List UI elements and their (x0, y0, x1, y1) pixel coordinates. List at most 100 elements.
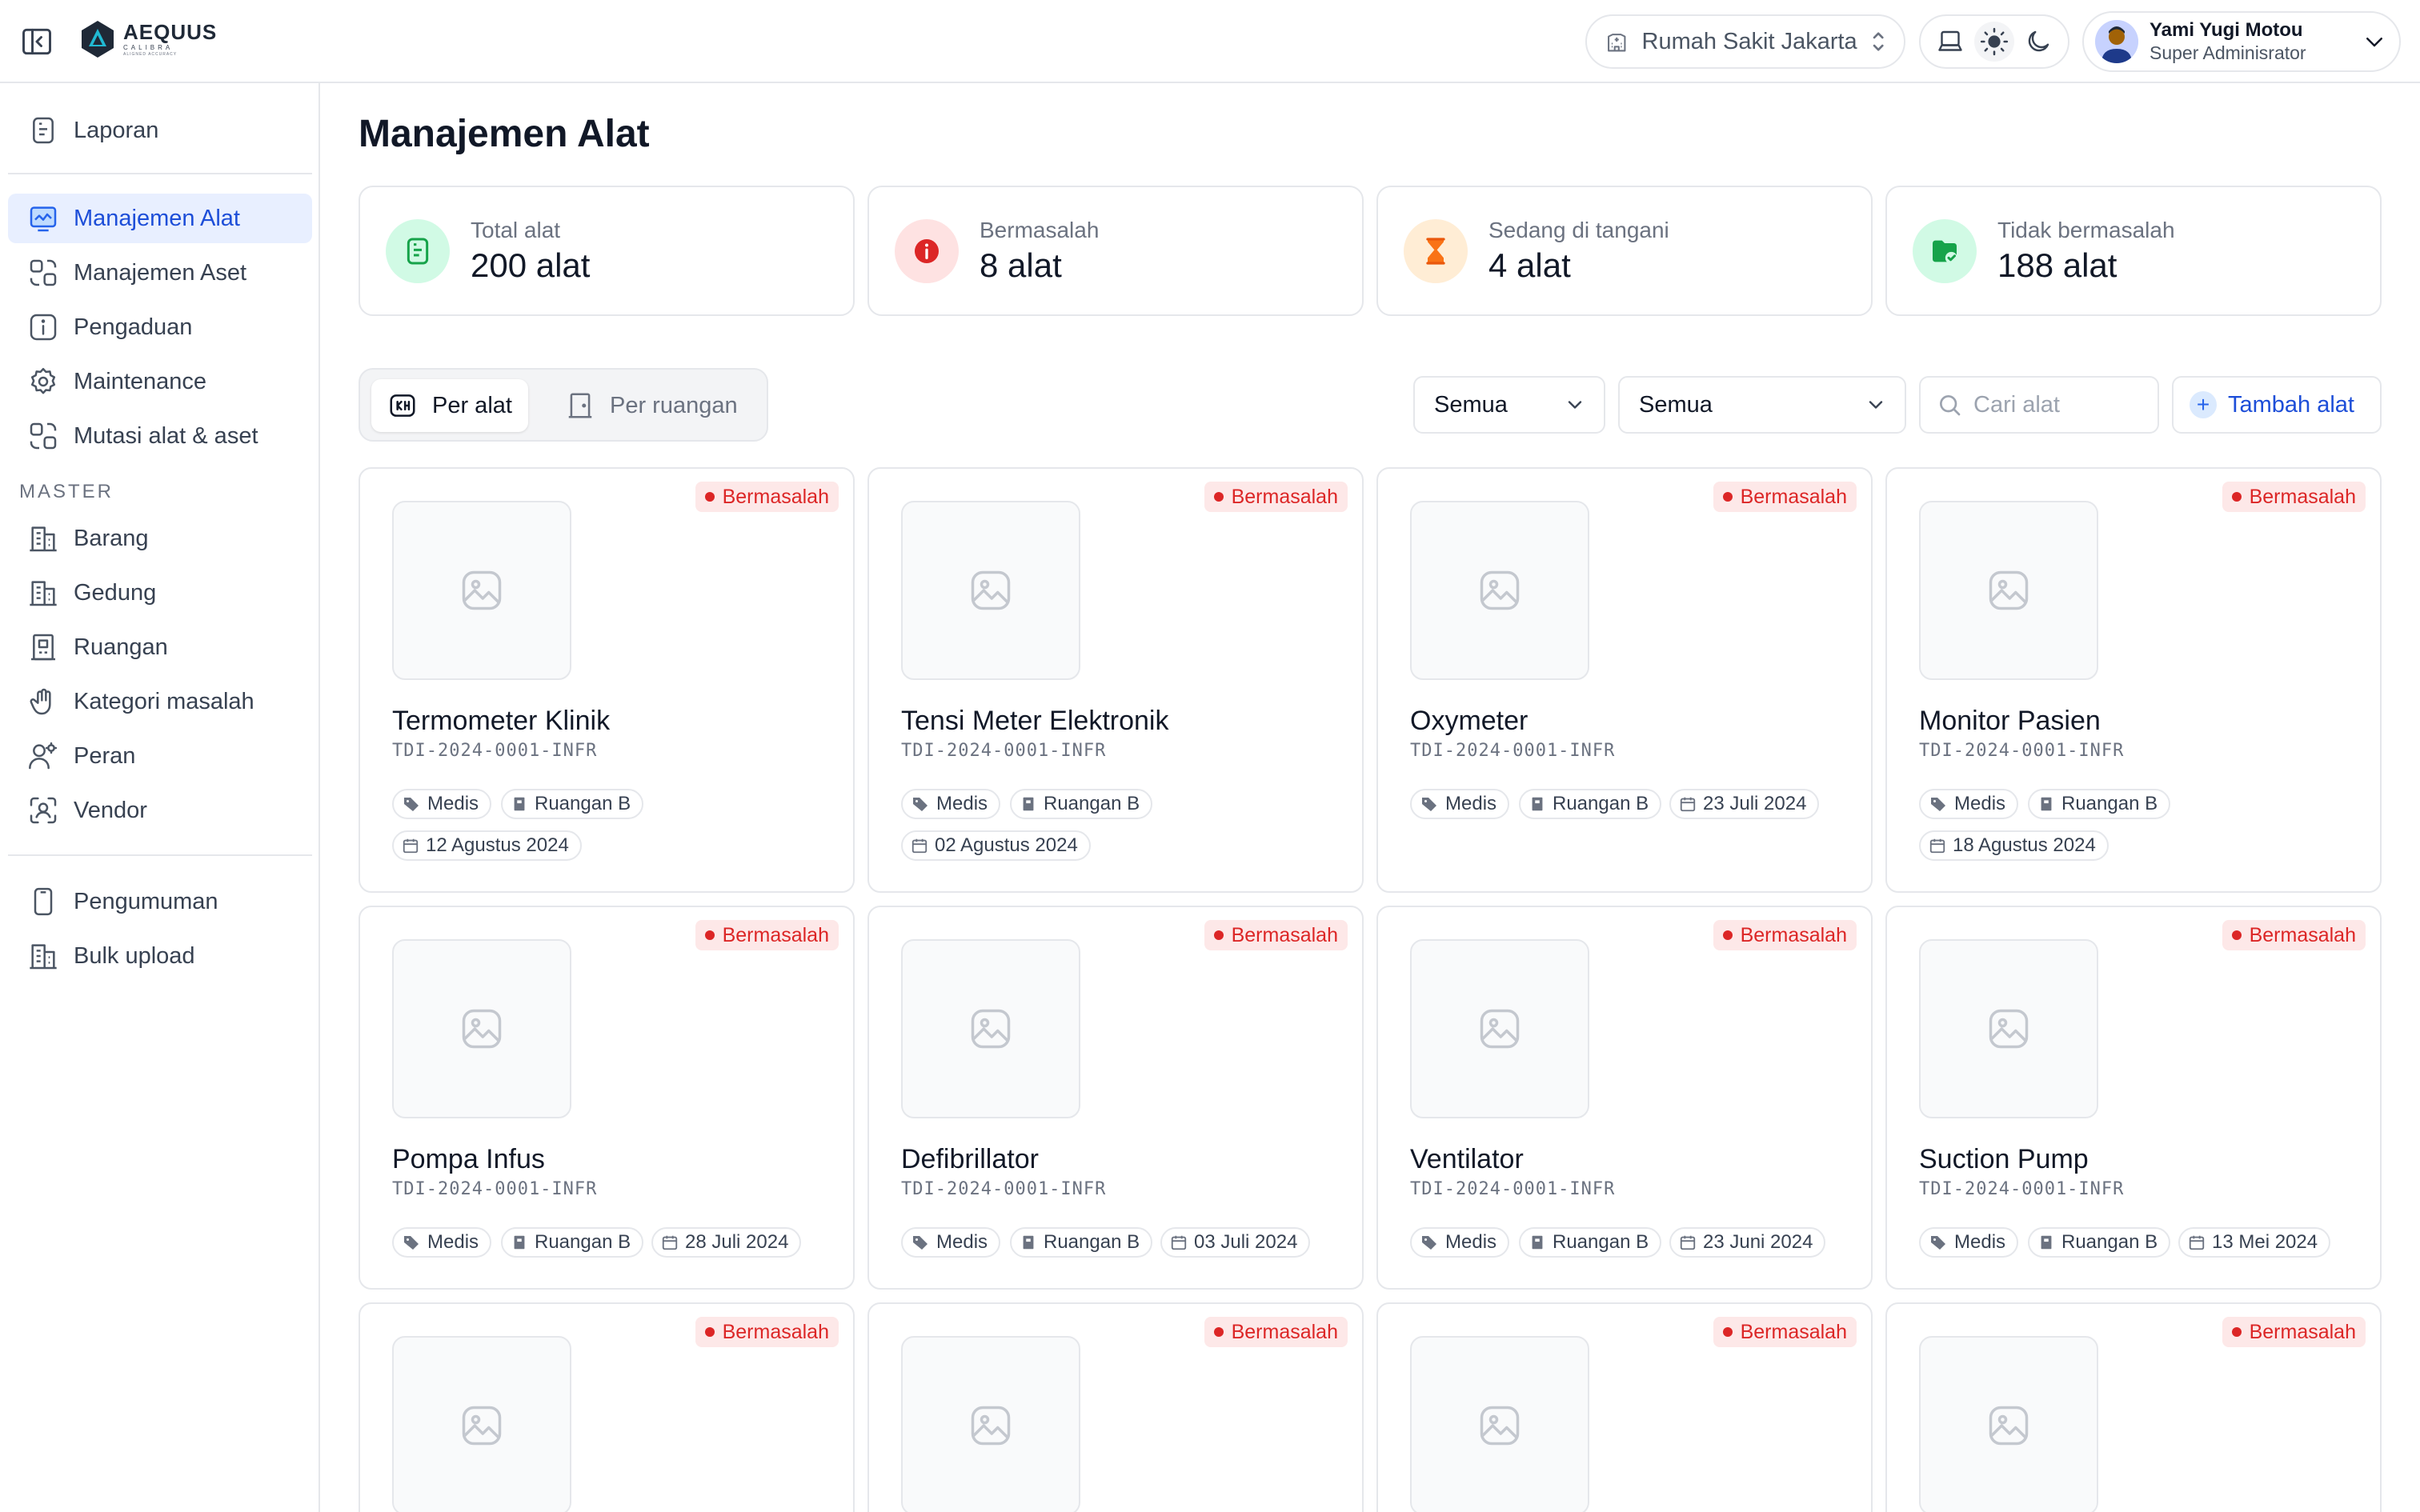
search-input[interactable] (1973, 391, 2134, 418)
brand-logo[interactable]: AEQUUS CALIBRA ALIGNED ACCURACY (80, 19, 217, 59)
filter-category-value: Semua (1434, 391, 1508, 418)
sidebar-item-label: Manajemen Aset (74, 259, 247, 286)
stat-card-total: Total alat 200 alat (359, 186, 855, 316)
sidebar-item-barang[interactable]: Barang (8, 514, 312, 563)
sun-icon (1980, 27, 2009, 56)
tool-name: Tensi Meter Elektronik (901, 706, 1169, 736)
chevron-down-icon (1869, 401, 1883, 409)
calendar-icon (2189, 1235, 2205, 1250)
brand-tagline: ALIGNED ACCURACY (123, 52, 178, 57)
view-per-ruangan-label: Per ruangan (610, 392, 738, 418)
transfer-icon (30, 422, 57, 450)
tool-card[interactable]: Bermasalah (867, 1302, 1364, 1512)
status-badge: Bermasalah (1713, 920, 1857, 950)
filter-status-value: Semua (1639, 391, 1713, 418)
theme-switcher (1919, 14, 2069, 69)
calendar-icon (1171, 1235, 1187, 1250)
sidebar-item-label: Kategori masalah (74, 688, 254, 714)
tag-icon (1422, 1236, 1436, 1250)
room-chip: Ruangan B (501, 1227, 644, 1258)
sidebar-item-kategori[interactable]: Kategori masalah (8, 677, 312, 726)
sidebar-item-gedung[interactable]: Gedung (8, 568, 312, 618)
stat-value: 200 alat (471, 246, 591, 284)
sidebar-item-label: Gedung (74, 579, 157, 606)
sidebar-item-label: Laporan (74, 117, 159, 143)
date-chip: 18 Agustus 2024 (1919, 830, 2109, 861)
room-icon (1023, 797, 1034, 811)
filter-status-select[interactable]: Semua (1618, 376, 1906, 434)
tool-name: Monitor Pasien (1919, 706, 2101, 736)
sidebar-item-peran[interactable]: Peran (8, 731, 312, 781)
theme-light-button[interactable] (1973, 22, 2014, 62)
tool-card[interactable]: Bermasalah Termometer Klinik TDI-2024-00… (359, 467, 855, 893)
chevron-down-icon (2366, 38, 2382, 47)
brand-name: AEQUUS (123, 20, 218, 44)
calendar-icon (1680, 797, 1696, 812)
sidebar-divider (8, 173, 312, 174)
tool-code: TDI-2024-0001-INFR (392, 741, 598, 761)
theme-dark-button[interactable] (2018, 22, 2058, 62)
image-placeholder-icon (901, 939, 1080, 1118)
stat-label: Bermasalah (980, 217, 1100, 242)
category-chip: Medis (1919, 1227, 2019, 1258)
stat-label: Tidak bermasalah (1997, 217, 2175, 242)
sidebar-item-label: Peran (74, 742, 136, 769)
tool-card[interactable]: Bermasalah Oxymeter TDI-2024-0001-INFR M… (1376, 467, 1873, 893)
stat-label: Sedang di tangani (1488, 217, 1669, 242)
tool-card[interactable]: Bermasalah (1376, 1302, 1873, 1512)
page-title: Manajemen Alat (359, 113, 650, 155)
brand-sub: CALIBRA (123, 44, 174, 51)
sidebar-item-laporan[interactable]: Laporan (8, 106, 312, 155)
view-per-alat-label: Per alat (432, 392, 512, 418)
date-chip: 12 Agustus 2024 (392, 830, 582, 861)
sidebar-toggle-icon[interactable] (19, 24, 54, 59)
filter-category-select[interactable]: Semua (1413, 376, 1605, 434)
sidebar-item-ruangan[interactable]: Ruangan (8, 622, 312, 672)
sidebar-item-label: Bulk upload (74, 942, 195, 969)
sidebar-item-bulk-upload[interactable]: Bulk upload (8, 931, 312, 981)
sidebar-item-vendor[interactable]: Vendor (8, 786, 312, 835)
sidebar-item-manajemen-alat[interactable]: Manajemen Alat (8, 194, 312, 243)
tool-card[interactable]: Bermasalah Pompa Infus TDI-2024-0001-INF… (359, 906, 855, 1290)
view-per-ruangan-button[interactable]: Per ruangan (549, 379, 754, 432)
plus-icon: + (2190, 391, 2217, 418)
sidebar-item-label: Ruangan (74, 634, 168, 660)
hospital-selector[interactable]: Rumah Sakit Jakarta (1585, 14, 1905, 69)
room-icon (514, 1235, 525, 1250)
tool-code: TDI-2024-0001-INFR (901, 1179, 1107, 1199)
room-icon (1532, 1235, 1543, 1250)
date-chip: 23 Juni 2024 (1669, 1227, 1826, 1258)
theme-system-button[interactable] (1930, 22, 1970, 62)
moon-icon (2028, 30, 2049, 52)
hourglass-icon (1404, 218, 1468, 283)
date-chip: 28 Juli 2024 (651, 1227, 802, 1258)
view-per-alat-button[interactable]: Per alat (371, 379, 528, 432)
stat-card-tidak-bermasalah: Tidak bermasalah 188 alat (1885, 186, 2382, 316)
tool-card[interactable]: Bermasalah Suction Pump TDI-2024-0001-IN… (1885, 906, 2382, 1290)
sidebar-item-manajemen-aset[interactable]: Manajemen Aset (8, 248, 312, 298)
room-icon (1023, 1235, 1034, 1250)
phone-icon (34, 887, 53, 916)
asset-icon (30, 259, 57, 286)
user-menu[interactable]: Yami Yugi Motou Super Adminisrator (2082, 11, 2401, 72)
status-badge: Bermasalah (1713, 482, 1857, 512)
tool-code: TDI-2024-0001-INFR (1410, 1179, 1616, 1199)
image-placeholder-icon (901, 501, 1080, 680)
tool-card[interactable]: Bermasalah Monitor Pasien TDI-2024-0001-… (1885, 467, 2382, 893)
tag-icon (1422, 798, 1436, 811)
tool-card[interactable]: Bermasalah (1885, 1302, 2382, 1512)
tool-card[interactable]: Bermasalah Tensi Meter Elektronik TDI-20… (867, 467, 1364, 893)
tool-card[interactable]: Bermasalah Defibrillator TDI-2024-0001-I… (867, 906, 1364, 1290)
tool-name: Defibrillator (901, 1144, 1039, 1174)
sidebar-item-maintenance[interactable]: Maintenance (8, 357, 312, 406)
sidebar-item-pengaduan[interactable]: Pengaduan (8, 302, 312, 352)
user-role: Super Adminisrator (2150, 42, 2306, 63)
room-chip: Ruangan B (2028, 789, 2171, 819)
sidebar-item-mutasi[interactable]: Mutasi alat & aset (8, 411, 312, 461)
tool-card[interactable]: Bermasalah Ventilator TDI-2024-0001-INFR… (1376, 906, 1873, 1290)
add-tool-button[interactable]: + Tambah alat (2172, 376, 2382, 434)
sidebar-item-pengumuman[interactable]: Pengumuman (8, 877, 312, 926)
user-role-icon (29, 742, 58, 770)
sidebar-item-label: Barang (74, 525, 149, 551)
tool-card[interactable]: Bermasalah (359, 1302, 855, 1512)
